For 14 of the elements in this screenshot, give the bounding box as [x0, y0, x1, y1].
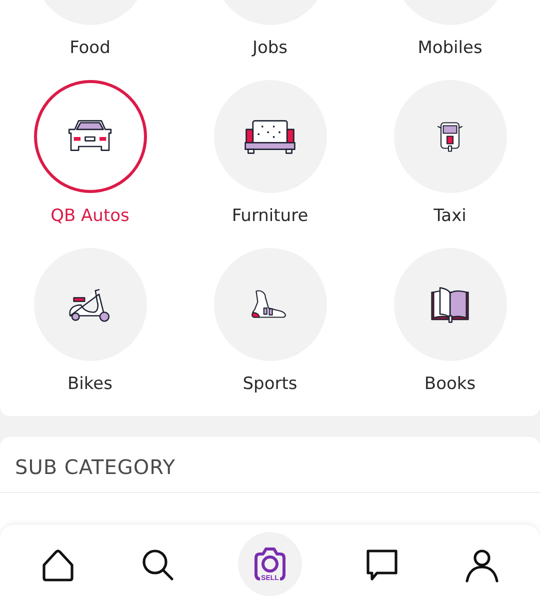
category-label[interactable]: Furniture [232, 204, 308, 228]
category-label[interactable]: Taxi [434, 204, 466, 228]
chat-bubble-icon [364, 547, 400, 583]
category-label[interactable]: Mobiles [418, 36, 482, 60]
category-label[interactable]: Books [424, 372, 476, 396]
category-label[interactable]: Bikes [68, 372, 112, 396]
home-icon [40, 547, 76, 583]
section-title: SUB CATEGORY [15, 454, 176, 480]
search-icon [140, 547, 176, 583]
category-label[interactable]: QB Autos [50, 204, 130, 228]
category-label[interactable]: Jobs [252, 36, 288, 60]
category-label[interactable]: Food [70, 36, 110, 60]
category-label[interactable]: Sports [242, 372, 298, 396]
profile-icon [464, 547, 500, 583]
